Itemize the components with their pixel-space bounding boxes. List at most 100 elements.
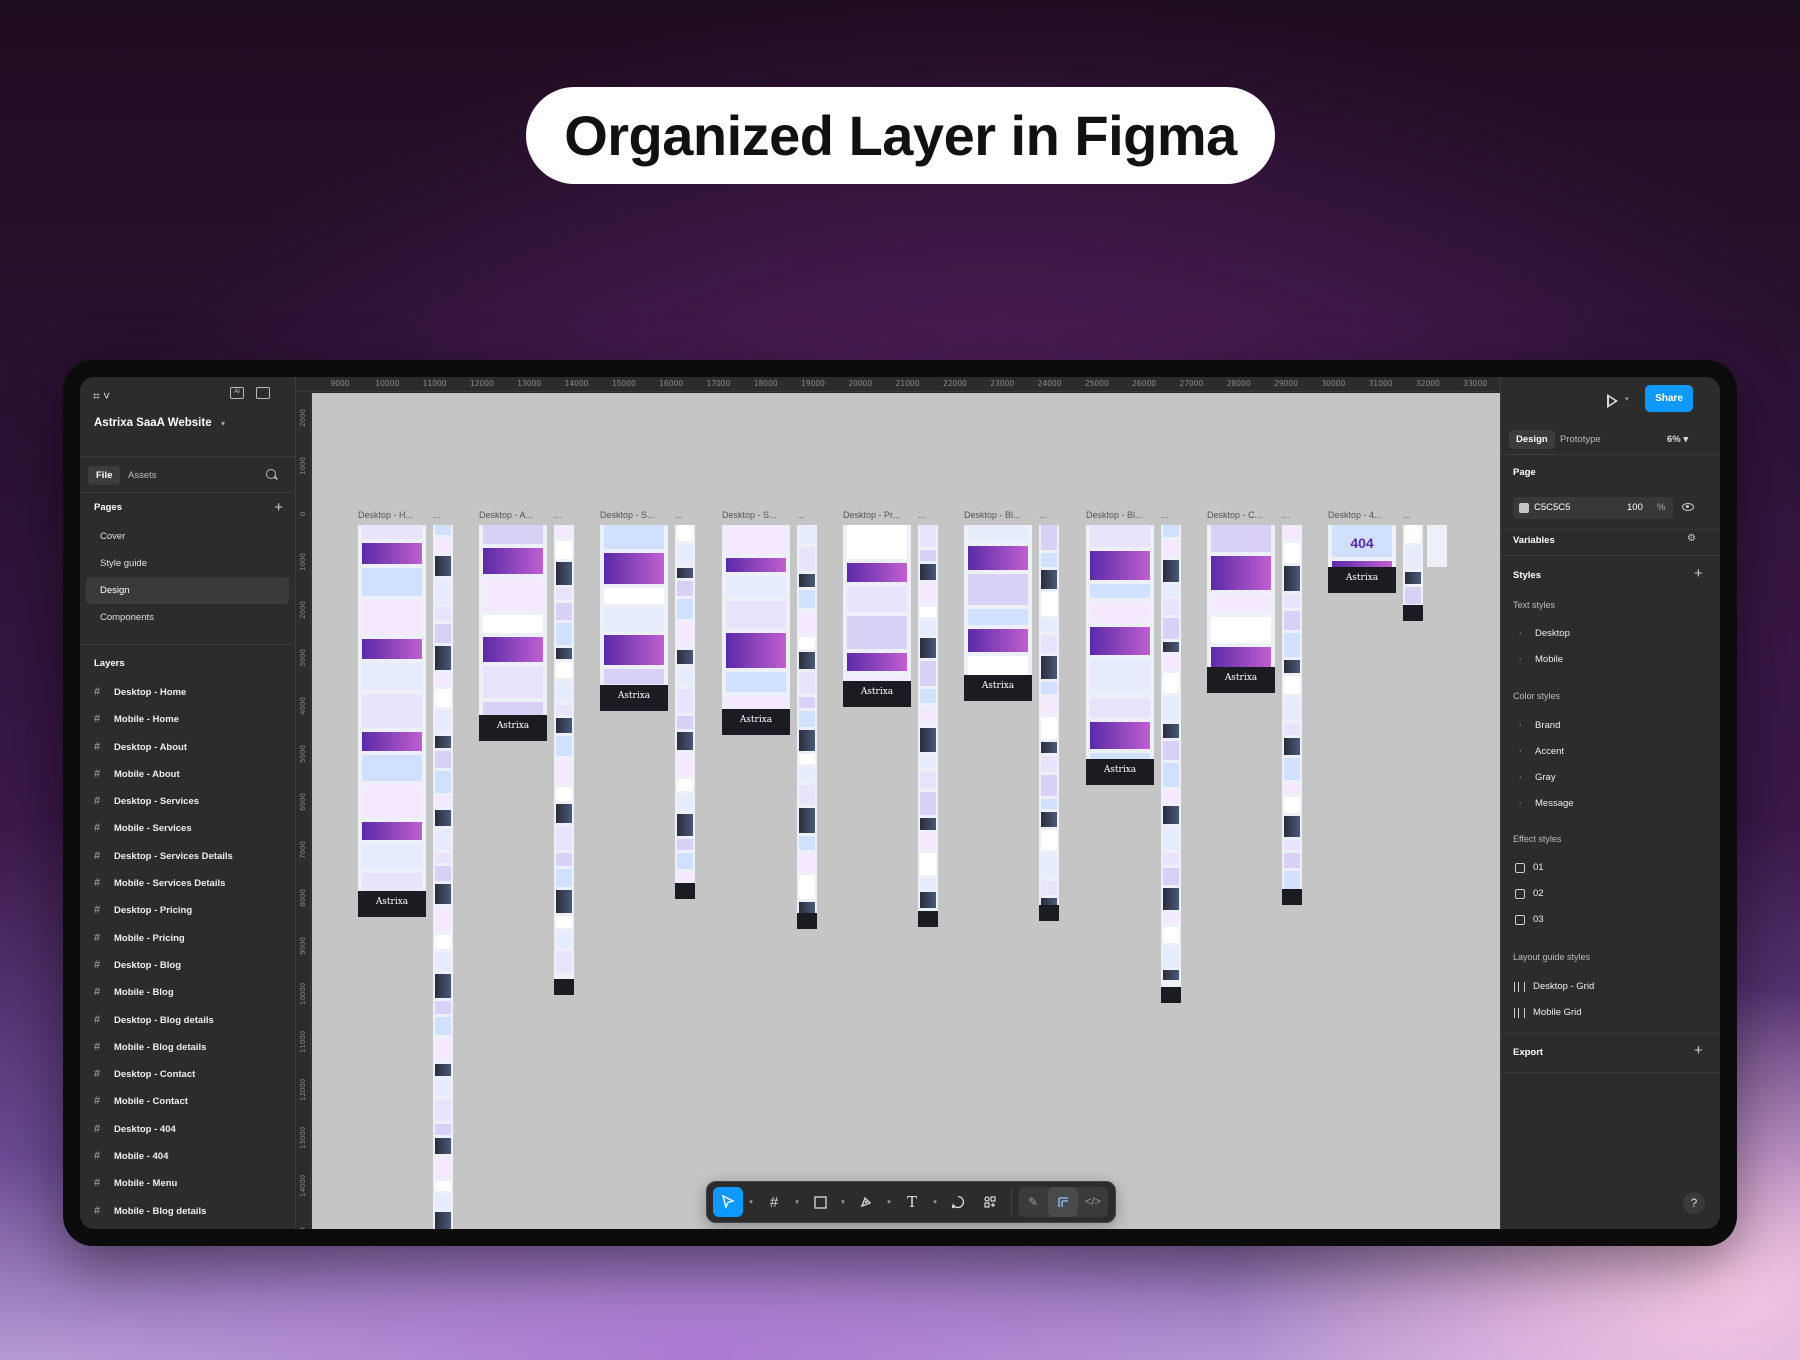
frame-label[interactable]: Desktop - Pr... [843, 510, 900, 520]
page-fill-field[interactable]: C5C5C5 100 % [1513, 497, 1673, 519]
layer-item[interactable]: # Desktop - Home [80, 679, 295, 706]
fill-opacity-value[interactable]: 100 [1627, 502, 1643, 513]
frame-tool-icon[interactable]: # [759, 1187, 789, 1217]
help-button[interactable]: ? [1683, 1192, 1705, 1214]
chevron-down-icon[interactable]: ▾ [1625, 395, 1629, 403]
mobile-frame-thumbnail[interactable] [433, 525, 453, 1229]
frame-label[interactable]: Desktop - C... [1207, 510, 1262, 520]
comment-tool-icon[interactable] [943, 1187, 973, 1217]
page-item[interactable]: Style guide [86, 550, 289, 577]
rectangle-tool-icon[interactable] [805, 1187, 835, 1217]
frame-label[interactable]: Desktop - 4... [1328, 510, 1382, 520]
draw-mode-icon[interactable]: ✎ [1018, 1187, 1048, 1217]
pen-tool-icon[interactable] [851, 1187, 881, 1217]
actions-tool-icon[interactable] [975, 1187, 1005, 1217]
mobile-frame-thumbnail[interactable] [1161, 525, 1181, 1003]
text-tool-icon[interactable]: T [897, 1187, 927, 1217]
layer-item[interactable]: # Desktop - Pricing [80, 897, 295, 924]
frame-label[interactable]: Desktop - Bl... [1086, 510, 1143, 520]
chevron-down-icon[interactable]: ▾ [929, 1187, 941, 1217]
share-button[interactable]: Share [1645, 385, 1693, 412]
chevron-right-icon[interactable]: › [1519, 774, 1521, 781]
style-item[interactable]: Mobile [1535, 654, 1563, 665]
page-item[interactable]: Design [86, 577, 289, 604]
style-item[interactable]: Accent [1535, 746, 1564, 757]
chevron-down-icon[interactable]: ▾ [837, 1187, 849, 1217]
layer-item[interactable]: # Desktop - About [80, 734, 295, 761]
chevron-right-icon[interactable]: › [1519, 630, 1521, 637]
frame-label[interactable]: Desktop - A... [479, 510, 533, 520]
frame-label[interactable]: Desktop - S... [600, 510, 655, 520]
fill-swatch[interactable] [1519, 503, 1529, 513]
style-item[interactable]: Gray [1535, 772, 1556, 783]
mobile-frame-thumbnail[interactable] [1403, 525, 1423, 621]
frame-label[interactable]: ... [1403, 510, 1411, 520]
desktop-frame-thumbnail[interactable]: Astrixa [358, 525, 426, 917]
move-tool-icon[interactable] [713, 1187, 743, 1217]
page-item[interactable]: Components [86, 604, 289, 631]
desktop-frame-thumbnail[interactable]: Astrixa 404 [1328, 525, 1396, 593]
zoom-level[interactable]: 6% ▾ [1667, 434, 1688, 445]
present-play-icon[interactable] [1607, 394, 1618, 408]
style-item[interactable]: Mobile Grid [1533, 1007, 1582, 1018]
chevron-right-icon[interactable]: › [1519, 656, 1521, 663]
desktop-frame-thumbnail[interactable]: Astrixa [722, 525, 790, 735]
sidebar-toggle-icon[interactable] [256, 387, 270, 399]
style-item[interactable]: Desktop - Grid [1533, 981, 1594, 992]
chevron-right-icon[interactable]: › [1519, 722, 1521, 729]
layer-item[interactable]: # Mobile - About [80, 761, 295, 788]
add-export-icon[interactable]: + [1694, 1042, 1703, 1059]
design-canvas[interactable]: Desktop - H...... Astrixa Desktop - A.....… [312, 393, 1500, 1229]
frame-label[interactable]: ... [554, 510, 562, 520]
layer-item[interactable]: # Mobile - Blog details [80, 1034, 295, 1061]
project-name[interactable]: Astrixa SaaA Website [94, 417, 212, 429]
frame-label[interactable]: ... [1039, 510, 1047, 520]
desktop-frame-thumbnail[interactable]: Astrixa [964, 525, 1032, 701]
frame-label[interactable]: ... [675, 510, 683, 520]
mobile-frame-thumbnail[interactable] [675, 525, 695, 899]
variables-settings-icon[interactable]: ⚙ [1687, 533, 1696, 544]
frame-label[interactable]: ... [1282, 510, 1290, 520]
frame-label[interactable]: ... [433, 510, 441, 520]
desktop-frame-thumbnail[interactable]: Astrixa [1086, 525, 1154, 785]
mobile-frame-thumbnail[interactable] [918, 525, 938, 927]
add-page-icon[interactable]: + [274, 493, 283, 523]
frame-label[interactable]: ... [797, 510, 805, 520]
add-style-icon[interactable]: + [1694, 565, 1703, 582]
chevron-right-icon[interactable]: › [1519, 800, 1521, 807]
tab-design[interactable]: Design [1509, 430, 1555, 449]
layer-item[interactable]: # Mobile - Blog details [80, 1198, 295, 1225]
mobile-frame-thumbnail[interactable] [797, 525, 817, 929]
layer-item[interactable]: # Desktop - Blog details [80, 1007, 295, 1034]
layer-item[interactable]: # Desktop - Services [80, 788, 295, 815]
search-icon[interactable] [266, 469, 276, 479]
layer-item[interactable]: # Mobile - Services Details [80, 870, 295, 897]
style-item[interactable]: 03 [1533, 914, 1544, 925]
frame-label[interactable]: ... [1161, 510, 1169, 520]
frame-label[interactable]: Desktop - H... [358, 510, 413, 520]
fill-hex-value[interactable]: C5C5C5 [1534, 502, 1570, 513]
mobile-frame-thumbnail[interactable] [1282, 525, 1302, 905]
style-item[interactable]: Brand [1535, 720, 1560, 731]
style-item[interactable]: Message [1535, 798, 1574, 809]
style-item[interactable]: 02 [1533, 888, 1544, 899]
layer-item[interactable]: # Desktop - Contact [80, 1061, 295, 1088]
chevron-down-icon[interactable]: ▾ [745, 1187, 757, 1217]
style-item[interactable]: 01 [1533, 862, 1544, 873]
desktop-frame-thumbnail[interactable]: Astrixa [600, 525, 668, 711]
layer-item[interactable]: # Mobile - Blog [80, 979, 295, 1006]
layer-item[interactable]: # Mobile - Home [80, 706, 295, 733]
design-mode-icon[interactable] [1048, 1187, 1078, 1217]
figma-menu-icon[interactable]: ⌗ ˅ [93, 389, 110, 404]
chevron-down-icon[interactable]: ▾ [883, 1187, 895, 1217]
desktop-frame-thumbnail[interactable]: Astrixa [1207, 525, 1275, 693]
layer-item[interactable]: # Desktop - 404 [80, 1116, 295, 1143]
layer-item[interactable]: # Desktop - Blog [80, 952, 295, 979]
chevron-right-icon[interactable]: › [1519, 748, 1521, 755]
layer-item[interactable]: # Mobile - Pricing [80, 925, 295, 952]
frame-label[interactable]: Desktop - Bl... [964, 510, 1021, 520]
tab-prototype[interactable]: Prototype [1553, 430, 1608, 449]
mobile-frame-thumbnail[interactable] [1427, 525, 1447, 567]
mobile-frame-thumbnail[interactable] [1039, 525, 1059, 921]
dev-mode-icon[interactable]: </> [1078, 1187, 1108, 1217]
